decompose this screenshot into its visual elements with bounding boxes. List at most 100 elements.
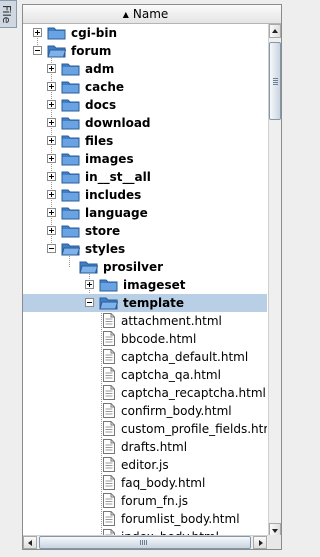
side-tab-label: File	[0, 5, 13, 24]
tree-file-row[interactable]: custom_profile_fields.html	[23, 420, 267, 438]
scroll-left-button[interactable]	[23, 536, 37, 549]
tree-folder-row[interactable]: prosilver	[23, 258, 267, 276]
folder-icon	[61, 224, 80, 238]
tree-file-row[interactable]: captcha_recaptcha.html	[23, 384, 267, 402]
tree-folder-row[interactable]: download	[23, 114, 267, 132]
folder-open-icon	[99, 296, 119, 310]
tree-item-label: attachment.html	[121, 314, 222, 328]
expand-toggle-icon[interactable]	[47, 208, 56, 217]
expand-toggle-icon[interactable]	[47, 118, 56, 127]
tree-item-label: captcha_default.html	[121, 350, 249, 364]
tree-item-label: files	[85, 134, 114, 148]
arrow-down-icon	[272, 529, 278, 533]
file-icon	[103, 385, 115, 400]
tree-file-row[interactable]: faq_body.html	[23, 474, 267, 492]
file-side-tab[interactable]: File	[0, 0, 17, 28]
tree-file-row[interactable]: drafts.html	[23, 438, 267, 456]
arrow-up-icon	[272, 29, 278, 33]
tree-folder-row[interactable]: imageset	[23, 276, 267, 294]
tree-folder-row[interactable]: language	[23, 204, 267, 222]
scroll-up-button[interactable]	[269, 24, 281, 38]
tree-folder-row[interactable]: images	[23, 150, 267, 168]
tree-file-row[interactable]: captcha_default.html	[23, 348, 267, 366]
tree-file-row[interactable]: forum_fn.js	[23, 492, 267, 510]
collapse-toggle-icon[interactable]	[47, 244, 56, 253]
tree-file-row[interactable]: confirm_body.html	[23, 402, 267, 420]
collapse-toggle-icon[interactable]	[33, 46, 42, 55]
tree-file-row[interactable]: attachment.html	[23, 312, 267, 330]
file-icon	[103, 457, 115, 472]
tree-item-label: styles	[85, 242, 126, 256]
folder-icon	[61, 206, 80, 220]
tree-folder-row[interactable]: cache	[23, 78, 267, 96]
tree-item-label: download	[85, 116, 151, 130]
folder-icon	[99, 278, 118, 292]
scroll-corner	[268, 535, 281, 549]
tree-file-row[interactable]: captcha_qa.html	[23, 366, 267, 384]
tree-item-label: forumlist_body.html	[121, 512, 240, 526]
tree-folder-row[interactable]: template	[23, 294, 267, 312]
tree-item-label: imageset	[123, 278, 186, 292]
tree-item-label: captcha_qa.html	[121, 368, 221, 382]
tree-file-row[interactable]: bbcode.html	[23, 330, 267, 348]
tree-folder-row[interactable]: forum	[23, 42, 267, 60]
scroll-right-button[interactable]	[253, 536, 267, 549]
horizontal-scrollbar[interactable]	[23, 535, 268, 549]
expand-toggle-icon[interactable]	[47, 226, 56, 235]
folder-icon	[61, 98, 80, 112]
tree-folder-row[interactable]: in__st__all	[23, 168, 267, 186]
tree-folder-row[interactable]: adm	[23, 60, 267, 78]
folder-icon	[47, 26, 66, 40]
file-icon	[103, 313, 115, 328]
tree-item-label: cgi-bin	[71, 26, 118, 40]
folder-icon	[61, 170, 80, 184]
file-icon	[103, 349, 115, 364]
tree-item-label: adm	[85, 62, 115, 76]
file-icon	[103, 493, 115, 508]
folder-open-icon	[79, 260, 99, 274]
expand-toggle-icon[interactable]	[47, 172, 56, 181]
file-icon	[103, 439, 115, 454]
tree-item-label: custom_profile_fields.html	[121, 422, 267, 436]
expand-toggle-icon[interactable]	[47, 136, 56, 145]
file-tree: cgi-bin forum adm cache docs download files ima…	[23, 24, 267, 537]
tree-item-label: docs	[85, 98, 117, 112]
tree-folder-row[interactable]: docs	[23, 96, 267, 114]
folder-icon	[61, 116, 80, 130]
tree-file-row[interactable]: forumlist_body.html	[23, 510, 267, 528]
expand-toggle-icon[interactable]	[47, 100, 56, 109]
tree-item-label: faq_body.html	[121, 476, 206, 490]
tree-file-row[interactable]: editor.js	[23, 456, 267, 474]
expand-toggle-icon[interactable]	[33, 28, 42, 37]
expand-toggle-icon[interactable]	[47, 154, 56, 163]
column-header-name[interactable]: ▲ Name	[23, 5, 281, 24]
tree-item-label: language	[85, 206, 148, 220]
folder-icon	[61, 80, 80, 94]
collapse-toggle-icon[interactable]	[85, 298, 94, 307]
tree-folder-row[interactable]: styles	[23, 240, 267, 258]
tree-folder-row[interactable]: includes	[23, 186, 267, 204]
tree-folder-row[interactable]: store	[23, 222, 267, 240]
tree-item-label: captcha_recaptcha.html	[121, 386, 266, 400]
tree-item-label: includes	[85, 188, 142, 202]
tree-item-label: cache	[85, 80, 125, 94]
tree-folder-row[interactable]: files	[23, 132, 267, 150]
folder-icon	[61, 134, 80, 148]
tree-item-label: editor.js	[121, 458, 169, 472]
vertical-scroll-thumb[interactable]	[269, 42, 281, 120]
file-icon	[103, 403, 115, 418]
expand-toggle-icon[interactable]	[47, 190, 56, 199]
file-icon	[103, 331, 115, 346]
expand-toggle-icon[interactable]	[47, 64, 56, 73]
vertical-scrollbar[interactable]	[268, 24, 281, 537]
folder-open-icon	[47, 44, 67, 58]
expand-toggle-icon[interactable]	[85, 280, 94, 289]
file-icon	[103, 511, 115, 526]
file-icon	[103, 421, 115, 436]
expand-toggle-icon[interactable]	[47, 82, 56, 91]
file-icon	[103, 367, 115, 382]
tree-folder-row[interactable]: cgi-bin	[23, 24, 267, 42]
horizontal-scroll-thumb[interactable]	[39, 536, 251, 549]
file-tree-panel: ▲ Name cgi-bin forum adm cache docs download fi…	[22, 4, 282, 550]
file-icon	[103, 475, 115, 490]
